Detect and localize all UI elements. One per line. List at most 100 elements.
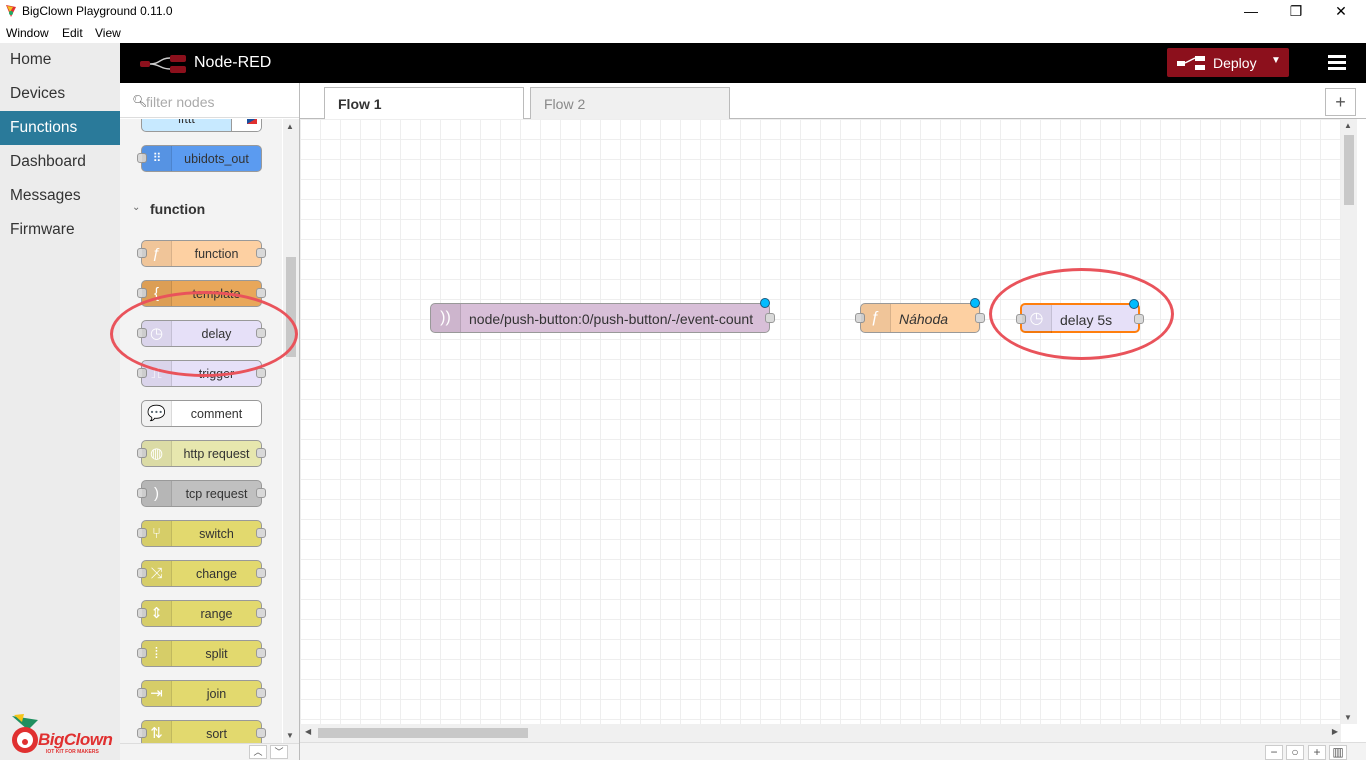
palette-scrollbar[interactable]: ▲ ▼ xyxy=(283,119,299,743)
nav-item-firmware[interactable]: Firmware xyxy=(0,213,120,247)
output-port[interactable] xyxy=(975,313,985,323)
palette-node-tcp-request[interactable]: ) tcp request xyxy=(137,480,266,507)
palette-node-trigger[interactable]: ⎍ trigger xyxy=(137,360,266,387)
scroll-up-icon[interactable]: ▲ xyxy=(1344,121,1352,130)
bigclown-app-icon xyxy=(6,5,16,17)
zoom-reset-button[interactable]: ○ xyxy=(1286,745,1304,760)
deploy-button[interactable]: Deploy ▼ xyxy=(1167,48,1289,77)
canvas-horizontal-scrollbar[interactable]: ◀ ▶ xyxy=(300,724,1341,742)
palette-node-label: trigger xyxy=(198,367,235,381)
nav-item-devices[interactable]: Devices xyxy=(0,77,120,111)
palette-node-label: comment xyxy=(190,407,243,421)
flow-node-delay-5s[interactable]: ◷ delay 5s xyxy=(1016,299,1144,333)
output-port[interactable] xyxy=(256,568,266,578)
expand-all-button[interactable]: ﹀ xyxy=(270,745,288,759)
scroll-left-icon[interactable]: ◀ xyxy=(305,727,311,736)
flow-node-mqtt-in[interactable]: )) node/push-button:0/push-button/-/event… xyxy=(430,298,775,333)
palette-node-switch[interactable]: ⑂ switch xyxy=(137,520,266,547)
output-port[interactable] xyxy=(256,288,266,298)
scroll-down-icon[interactable]: ▼ xyxy=(1344,713,1352,722)
tab-label: Flow 1 xyxy=(338,96,382,112)
nav-item-dashboard[interactable]: Dashboard xyxy=(0,145,120,179)
category-function-header[interactable]: ⌄ function xyxy=(120,192,282,226)
output-port[interactable] xyxy=(765,313,775,323)
output-port[interactable] xyxy=(256,528,266,538)
canvas-vertical-scrollbar[interactable]: ▲ ▼ xyxy=(1341,119,1357,724)
palette-node-split[interactable]: ⁞ split xyxy=(137,640,266,667)
palette-node-sort[interactable]: ⇅ sort xyxy=(137,720,266,743)
scroll-up-icon[interactable]: ▲ xyxy=(286,122,294,131)
logo-text: BigClown xyxy=(38,730,113,749)
clown-logo-icon xyxy=(12,714,38,753)
output-port[interactable] xyxy=(256,248,266,258)
output-port[interactable] xyxy=(256,328,266,338)
tab-flow-1[interactable]: Flow 1 xyxy=(324,87,524,120)
zoom-out-button[interactable]: − xyxy=(1265,745,1283,760)
scroll-right-icon[interactable]: ▶ xyxy=(1332,727,1338,736)
nodered-header: Node-RED Deploy ▼ xyxy=(120,43,1366,83)
palette-node-join[interactable]: ⇥ join xyxy=(137,680,266,707)
collapse-all-button[interactable]: ︿ xyxy=(249,745,267,759)
palette-node-label: function xyxy=(194,247,239,261)
close-button[interactable]: ✕ xyxy=(1318,0,1364,23)
output-port[interactable] xyxy=(256,728,266,738)
palette-node-function[interactable]: ƒ function xyxy=(137,240,266,267)
output-port[interactable] xyxy=(256,608,266,618)
window-titlebar: BigClown Playground 0.11.0 — ❐ ✕ xyxy=(0,0,1366,23)
palette-node-http-request[interactable]: ◍ http request xyxy=(137,440,266,467)
palette-node-label: sort xyxy=(206,727,227,741)
restore-button[interactable]: ❐ xyxy=(1273,0,1319,23)
palette-node-ubidots-out[interactable]: ⠿ ubidots_out xyxy=(137,145,262,172)
output-port[interactable] xyxy=(256,648,266,658)
flow-canvas[interactable]: )) node/push-button:0/push-button/-/event… xyxy=(300,119,1341,724)
shuffle-icon: ⤨ xyxy=(142,561,172,586)
palette-node-change[interactable]: ⤨ change xyxy=(137,560,266,587)
changed-indicator-icon xyxy=(1129,299,1139,309)
palette-node-label: split xyxy=(205,647,228,661)
zoom-in-button[interactable]: + xyxy=(1308,745,1326,760)
menu-edit[interactable]: Edit xyxy=(62,26,83,40)
scroll-down-icon[interactable]: ▼ xyxy=(286,731,294,740)
comment-icon: 💬 xyxy=(142,401,172,426)
canvas-scroll-thumb[interactable] xyxy=(1344,135,1354,205)
palette-node-template[interactable]: {template xyxy=(137,280,266,307)
canvas-hscroll-thumb[interactable] xyxy=(318,728,528,738)
menu-hamburger-icon[interactable] xyxy=(1328,55,1346,71)
palette-node-delay[interactable]: ◷ delay xyxy=(137,320,266,347)
output-port[interactable] xyxy=(256,448,266,458)
palette-node-label: join xyxy=(206,687,227,701)
caret-down-icon[interactable]: ▼ xyxy=(1271,55,1281,66)
bridge-icon: ) xyxy=(142,481,172,506)
menu-view[interactable]: View xyxy=(95,26,121,40)
nav-item-functions[interactable]: Functions xyxy=(0,111,120,145)
palette-node-ifttt[interactable]: ifttt xyxy=(141,119,262,132)
join-icon: ⇥ xyxy=(142,681,172,706)
nav-item-home[interactable]: Home xyxy=(0,43,120,77)
palette-node-label: range xyxy=(200,607,233,621)
palette-node-range[interactable]: ⇕ range xyxy=(137,600,266,627)
palette-filter[interactable]: 🔍︎ filter nodes xyxy=(120,83,299,118)
flow-node-label: node/push-button:0/push-button/-/event-c… xyxy=(469,311,754,327)
palette-scroll-thumb[interactable] xyxy=(286,257,296,357)
menu-window[interactable]: Window xyxy=(6,26,49,40)
output-port[interactable] xyxy=(256,368,266,378)
palette-node-label: ifttt xyxy=(178,119,195,126)
filter-nodes-input[interactable]: filter nodes xyxy=(146,94,214,110)
navigator-map-icon[interactable]: ▥ xyxy=(1329,745,1347,760)
output-port[interactable] xyxy=(256,488,266,498)
add-tab-button[interactable]: + xyxy=(1325,88,1356,116)
workspace-footer: − ○ + ▥ xyxy=(300,742,1366,760)
output-port[interactable] xyxy=(1134,314,1144,324)
flow-node-label: Náhoda xyxy=(899,311,949,327)
ifttt-icon xyxy=(231,119,261,131)
node-palette: 🔍︎ filter nodes ifttt ⠿ ubidots_out ⌄ fu… xyxy=(120,83,300,760)
flow-node-nahoda-function[interactable]: ƒ Náhoda xyxy=(855,298,985,333)
nav-item-messages[interactable]: Messages xyxy=(0,179,120,213)
output-port[interactable] xyxy=(256,688,266,698)
palette-node-comment[interactable]: 💬 comment xyxy=(141,400,262,427)
tab-flow-2[interactable]: Flow 2 xyxy=(530,87,730,119)
switch-icon: ⑂ xyxy=(142,521,172,546)
tab-label: Flow 2 xyxy=(544,96,586,112)
minimize-button[interactable]: — xyxy=(1228,0,1274,23)
palette-node-label: switch xyxy=(199,527,234,541)
